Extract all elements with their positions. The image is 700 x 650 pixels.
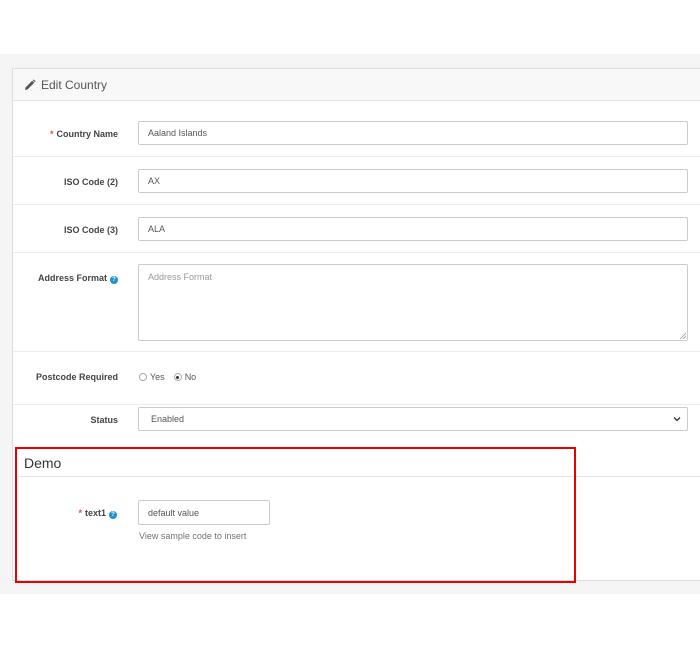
address-format-label: Address Format?: [38, 273, 118, 284]
resize-grip-icon[interactable]: [679, 332, 686, 339]
pencil-icon: [25, 78, 36, 90]
status-select[interactable]: Enabled: [138, 407, 688, 431]
country-name-label: * Country Name: [49, 129, 118, 139]
address-format-textarea[interactable]: Address Format: [138, 264, 688, 341]
postcode-radio-group: Yes No: [139, 372, 205, 382]
postcode-required-row: Postcode Required Yes No: [13, 352, 700, 405]
chevron-down-icon: [673, 417, 681, 422]
iso-code-2-input[interactable]: AX: [138, 169, 688, 193]
status-row: Status Enabled: [13, 405, 700, 447]
postcode-required-label: Postcode Required: [35, 372, 118, 382]
iso-code-3-input[interactable]: ALA: [138, 217, 688, 241]
status-label: Status: [90, 415, 118, 425]
iso-code-3-label: ISO Code (3): [63, 225, 118, 235]
country-name-input[interactable]: Aaland Islands: [138, 121, 688, 145]
country-name-row: * Country Name Aaland Islands: [13, 100, 700, 157]
required-marker: *: [49, 129, 54, 139]
iso-code-2-label: ISO Code (2): [63, 177, 118, 187]
postcode-no-label[interactable]: No: [185, 372, 197, 382]
iso-code-3-row: ISO Code (3) ALA: [13, 205, 700, 253]
question-circle-icon[interactable]: ?: [110, 276, 118, 284]
postcode-yes-label[interactable]: Yes: [150, 372, 165, 382]
address-format-row: Address Format? Address Format: [13, 253, 700, 352]
postcode-yes-radio[interactable]: [139, 373, 147, 381]
panel-title: Edit Country: [41, 77, 108, 92]
highlight-box: [15, 447, 576, 583]
postcode-no-radio[interactable]: [173, 373, 182, 381]
panel-heading: Edit Country: [13, 69, 700, 101]
iso-code-2-row: ISO Code (2) AX: [13, 157, 700, 205]
